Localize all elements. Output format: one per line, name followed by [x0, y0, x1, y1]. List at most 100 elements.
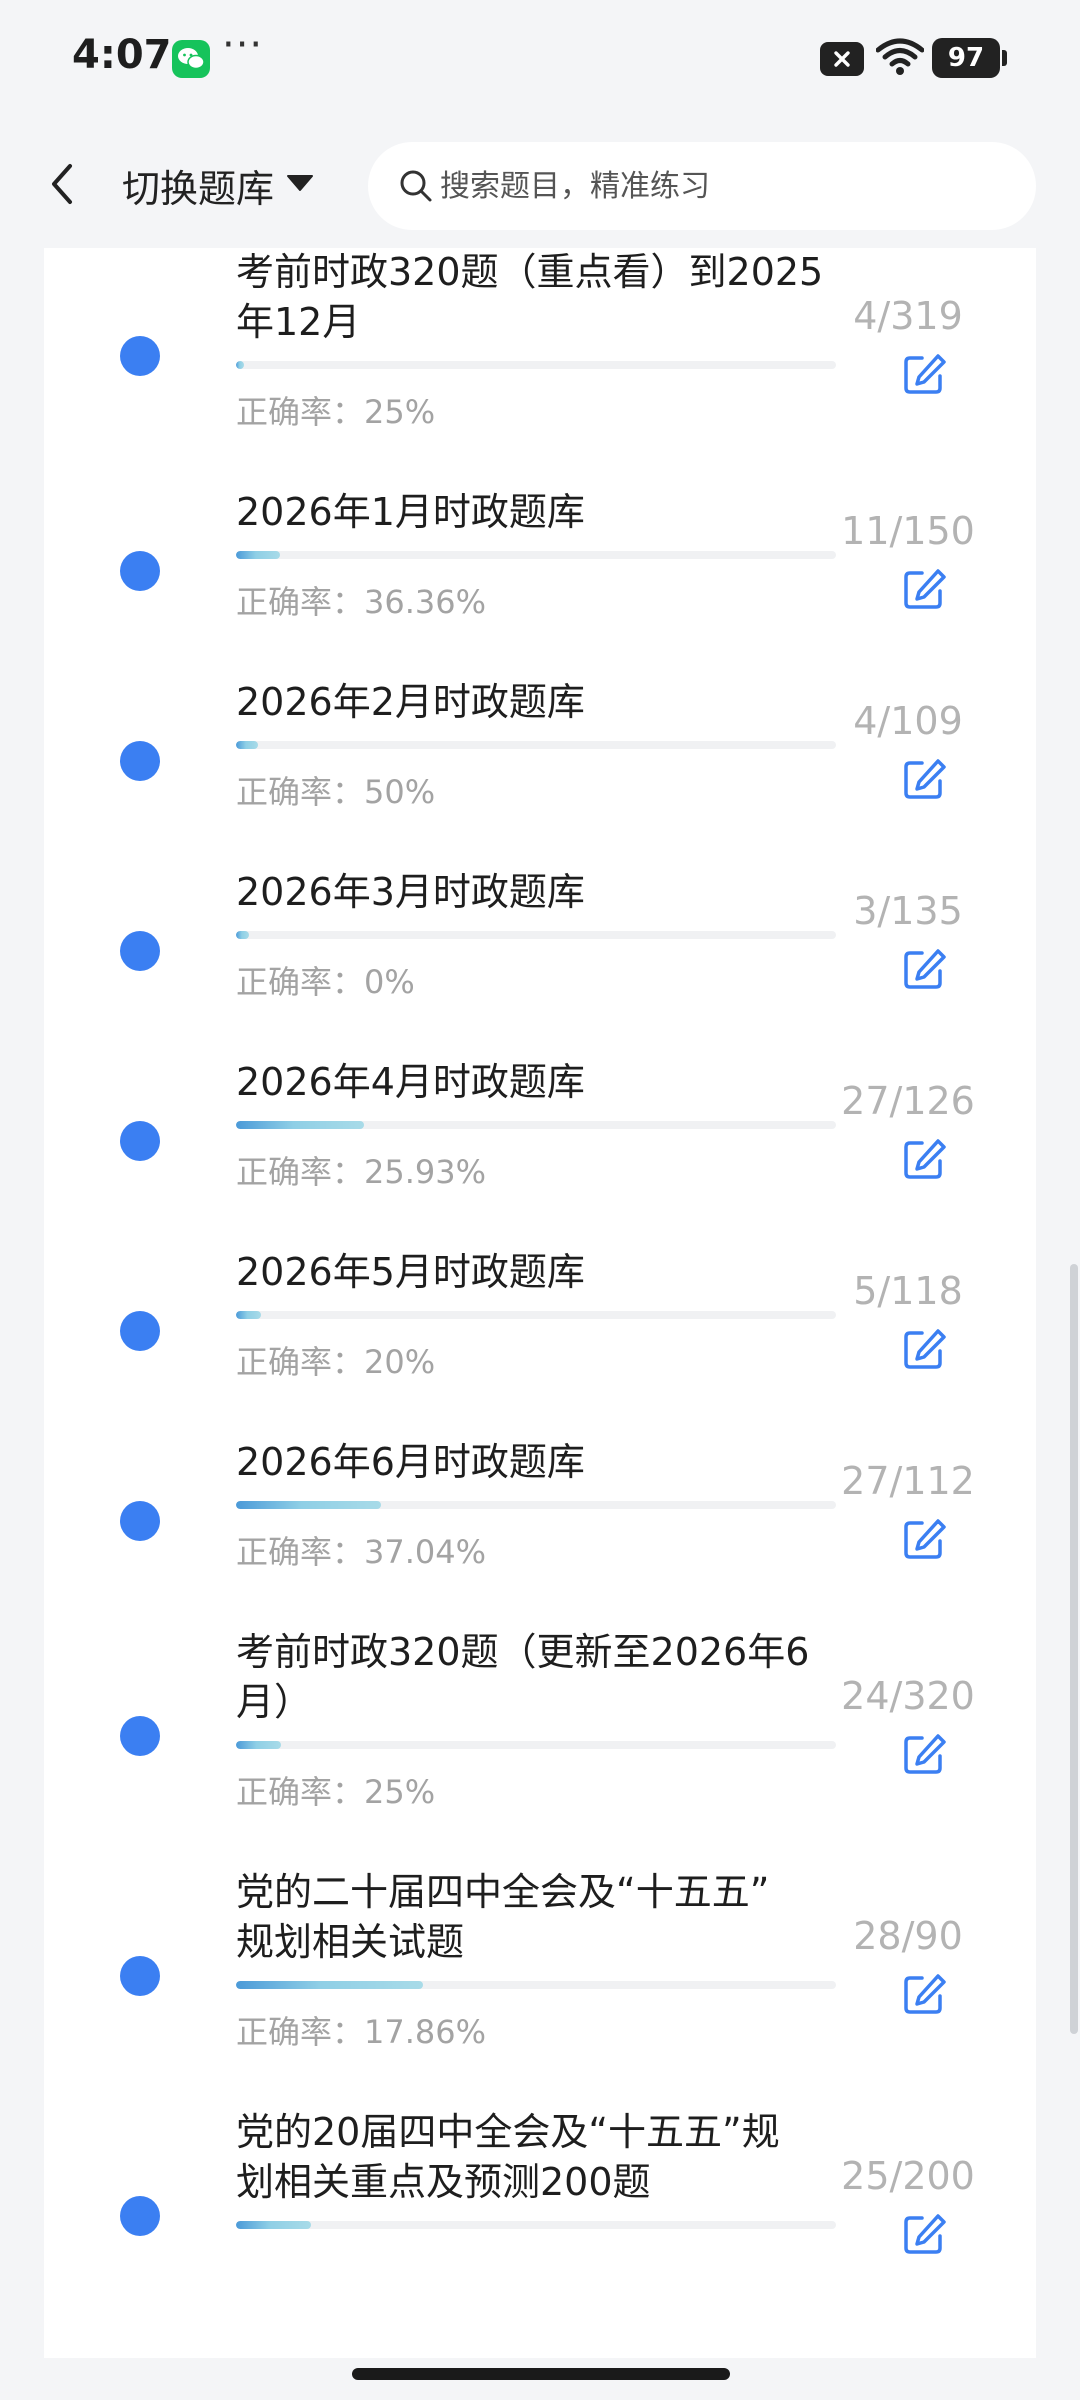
- accuracy-text: 正确率：37.04%: [236, 1533, 487, 1571]
- list-item[interactable]: 2026年5月时政题库正确率：20% 5/118: [44, 1228, 1036, 1418]
- progress-count: 28/90: [853, 1914, 963, 1958]
- progress-bar: [236, 741, 836, 749]
- search-box[interactable]: [368, 142, 1036, 230]
- progress-fill: [236, 741, 259, 749]
- edit-icon[interactable]: [902, 1517, 946, 1561]
- status-dot: [120, 1956, 160, 1996]
- progress-count: 4/109: [853, 699, 963, 743]
- item-title: 考前时政320题（重点看）到2025: [236, 250, 824, 294]
- edit-icon[interactable]: [902, 1137, 946, 1181]
- close-square-icon: [820, 42, 864, 76]
- progress-count: 3/135: [853, 889, 963, 933]
- status-dot: [120, 931, 160, 971]
- search-input[interactable]: [440, 142, 1000, 230]
- more-notifications-icon: ···: [222, 22, 264, 68]
- accuracy-text: 正确率：17.86%: [236, 2013, 487, 2051]
- progress-count: 5/118: [853, 1269, 963, 1313]
- progress-count: 24/320: [841, 1674, 975, 1718]
- top-header: 切换题库: [0, 120, 1080, 248]
- progress-fill: [236, 1311, 262, 1319]
- item-title: 2026年4月时政题库: [236, 1060, 585, 1104]
- edit-icon[interactable]: [902, 1327, 946, 1371]
- wechat-icon: [172, 40, 210, 78]
- progress-count: 27/126: [841, 1079, 975, 1123]
- progress-fill: [236, 931, 250, 939]
- home-indicator[interactable]: [352, 2368, 730, 2380]
- accuracy-text: 正确率：25%: [236, 393, 436, 431]
- item-title: 月）: [236, 1680, 313, 1724]
- progress-bar: [236, 2221, 836, 2229]
- progress-bar: [236, 361, 836, 369]
- list-item[interactable]: 2026年2月时政题库正确率：50% 4/109: [44, 658, 1036, 848]
- edit-icon[interactable]: [902, 1732, 946, 1776]
- accuracy-text: 正确率：0%: [236, 963, 415, 1001]
- progress-bar: [236, 1981, 836, 1989]
- item-title: 划相关重点及预测200题: [236, 2160, 651, 2204]
- switch-question-bank-button[interactable]: 切换题库: [122, 158, 274, 213]
- status-dot: [120, 1716, 160, 1756]
- progress-count: 4/319: [853, 294, 963, 338]
- status-bar: 4:07 ··· 97: [0, 0, 1080, 120]
- accuracy-text: 正确率：25.93%: [236, 1153, 487, 1191]
- progress-bar: [236, 1501, 836, 1509]
- progress-fill: [236, 1741, 281, 1749]
- list-item[interactable]: 党的二十届四中全会及“十五五” 规划相关试题正确率：17.86% 28/90: [44, 1848, 1036, 2088]
- item-title: 2026年5月时政题库: [236, 1250, 585, 1294]
- progress-fill: [236, 361, 244, 369]
- question-bank-list[interactable]: 考前时政320题到2025年6月正确率：0%考前时政320题（重点看）到2025…: [44, 248, 1036, 2358]
- status-dot: [120, 336, 160, 376]
- list-item[interactable]: 2026年6月时政题库正确率：37.04% 27/112: [44, 1418, 1036, 1608]
- status-dot: [120, 1311, 160, 1351]
- accuracy-text: 正确率：25%: [236, 1773, 436, 1811]
- edit-icon[interactable]: [902, 1972, 946, 2016]
- progress-fill: [236, 551, 280, 559]
- accuracy-text: 正确率：20%: [236, 1343, 436, 1381]
- status-dot: [120, 1501, 160, 1541]
- edit-icon[interactable]: [902, 352, 946, 396]
- caret-down-icon[interactable]: [286, 174, 314, 196]
- progress-fill: [236, 1501, 381, 1509]
- edit-icon[interactable]: [902, 2212, 946, 2256]
- list-item[interactable]: 考前时政320题（更新至2026年6 月） 正确率：25% 24/320: [44, 1608, 1036, 1848]
- progress-bar: [236, 551, 836, 559]
- progress-bar: [236, 1121, 836, 1129]
- list-item[interactable]: 2026年4月时政题库正确率：25.93% 27/126: [44, 1038, 1036, 1228]
- scrollbar[interactable]: [1070, 1264, 1078, 2034]
- status-dot: [120, 551, 160, 591]
- item-title: 2026年2月时政题库: [236, 680, 585, 724]
- list-item[interactable]: 党的20届四中全会及“十五五”规 划相关重点及预测200题 25/200: [44, 2088, 1036, 2328]
- item-title: 2026年3月时政题库: [236, 870, 585, 914]
- progress-count: 27/112: [841, 1459, 975, 1503]
- item-title: 2026年1月时政题库: [236, 490, 585, 534]
- item-title: 2026年6月时政题库: [236, 1440, 585, 1484]
- progress-bar: [236, 1311, 836, 1319]
- status-time: 4:07: [72, 32, 172, 78]
- list-item[interactable]: 2026年3月时政题库正确率：0% 3/135: [44, 848, 1036, 1038]
- item-title: 考前时政320题（更新至2026年6: [236, 1630, 810, 1674]
- progress-bar: [236, 1741, 836, 1749]
- progress-bar: [236, 931, 836, 939]
- status-dot: [120, 1121, 160, 1161]
- edit-icon[interactable]: [902, 947, 946, 991]
- progress-fill: [236, 1121, 365, 1129]
- status-dot: [120, 741, 160, 781]
- progress-count: 25/200: [841, 2154, 975, 2198]
- progress-count: 11/150: [841, 509, 975, 553]
- item-title: 党的二十届四中全会及“十五五”: [236, 1870, 770, 1914]
- list-item[interactable]: 考前时政320题（重点看）到2025 年12月正确率：25% 4/319: [44, 248, 1036, 468]
- progress-fill: [236, 1981, 423, 1989]
- list-item[interactable]: 2026年1月时政题库正确率：36.36% 11/150: [44, 468, 1036, 658]
- edit-icon[interactable]: [902, 567, 946, 611]
- back-arrow-icon[interactable]: [42, 160, 82, 208]
- accuracy-text: 正确率：50%: [236, 773, 436, 811]
- item-title: 年12月: [236, 300, 361, 344]
- status-dot: [120, 2196, 160, 2236]
- battery-icon: 97: [932, 38, 1007, 78]
- progress-fill: [236, 2221, 311, 2229]
- accuracy-text: 正确率：36.36%: [236, 583, 487, 621]
- item-title: 规划相关试题: [236, 1920, 465, 1964]
- search-icon: [398, 168, 434, 208]
- wifi-icon: [875, 38, 925, 80]
- item-title: 党的20届四中全会及“十五五”规: [236, 2110, 780, 2154]
- edit-icon[interactable]: [902, 757, 946, 801]
